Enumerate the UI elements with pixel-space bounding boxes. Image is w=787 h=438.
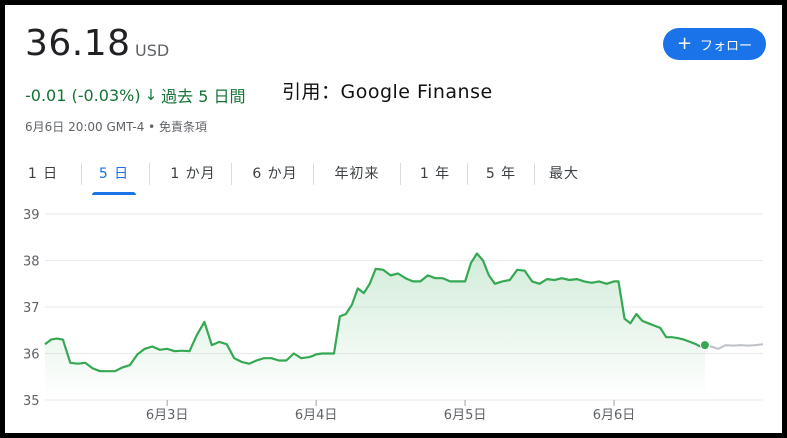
current-price-marker (699, 340, 710, 351)
y-tick-label: 36 (23, 348, 40, 363)
y-tick-label: 39 (23, 208, 40, 223)
x-tick-label: 6月4日 (295, 408, 338, 423)
after-hours-line (704, 343, 764, 350)
finance-card: 36.18 USD -0.01 (-0.03%) ↓ 過去 5 日間 引用：Go… (5, 5, 782, 433)
price-chart[interactable]: 35 36 37 38 39 6月3日 6月4日 6月5日 6月6日 (5, 5, 782, 433)
y-tick-label: 38 (23, 255, 40, 270)
area-fill (45, 253, 705, 400)
x-tick-label: 6月6日 (593, 408, 636, 423)
y-tick-label: 35 (23, 394, 40, 409)
x-tick-label: 6月3日 (146, 408, 189, 423)
x-tick-label: 6月5日 (444, 408, 487, 423)
y-tick-label: 37 (23, 301, 40, 316)
